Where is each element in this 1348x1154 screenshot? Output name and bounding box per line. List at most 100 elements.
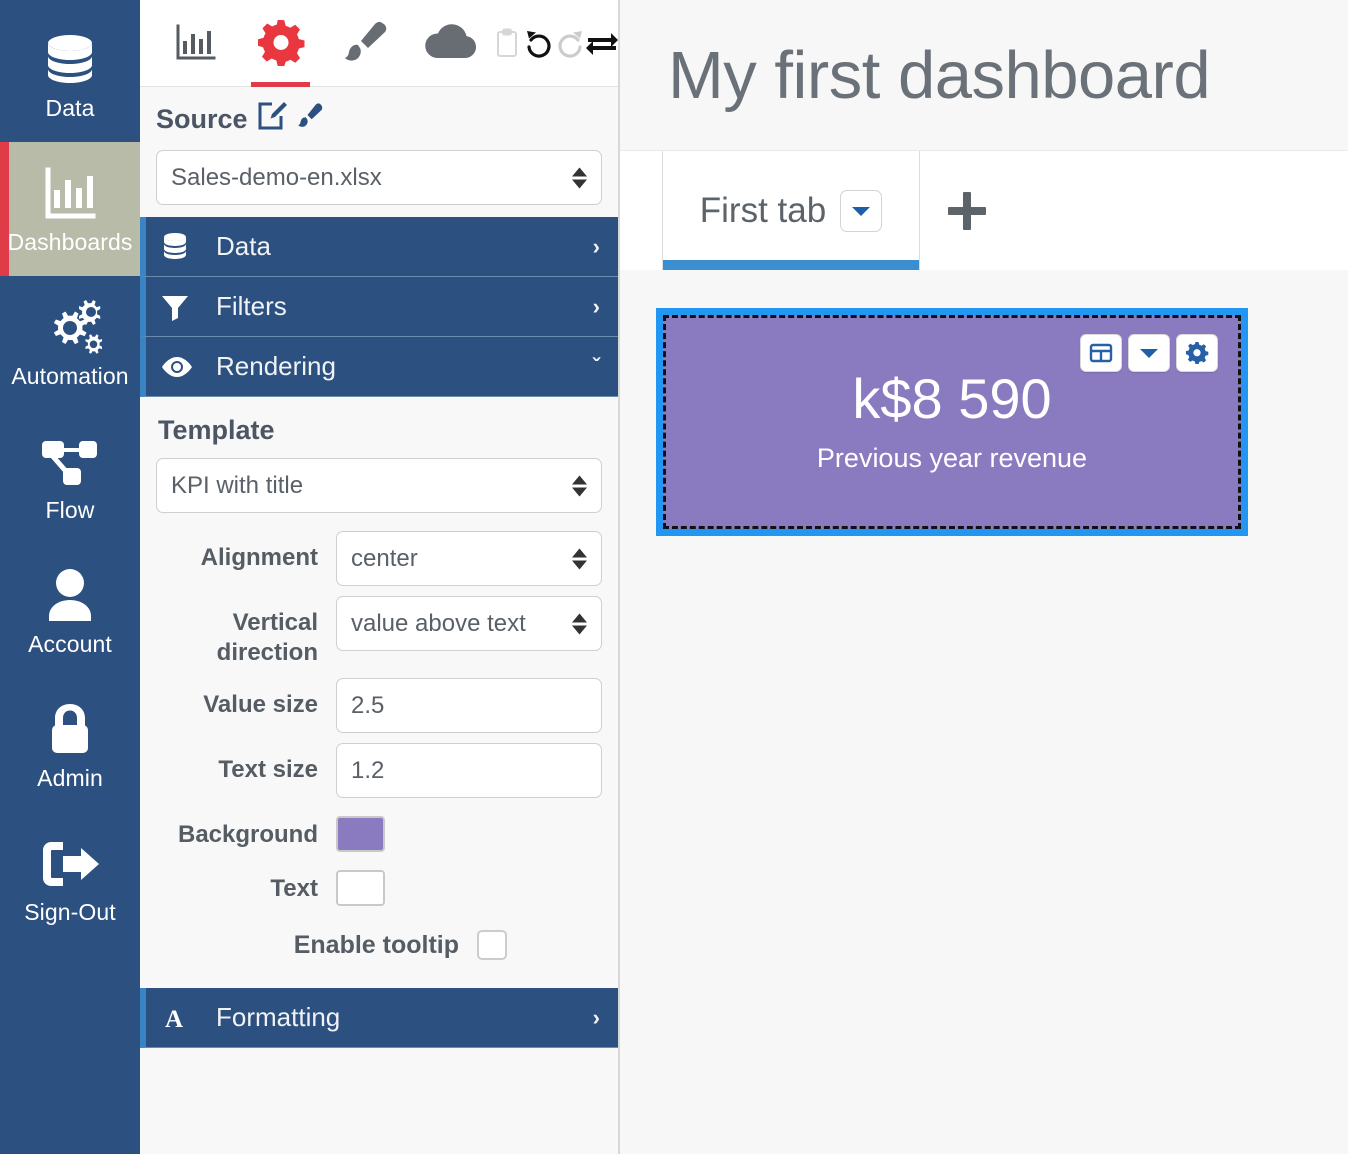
field-enable-tooltip: Enable tooltip [156, 916, 602, 970]
add-tab-button[interactable] [920, 151, 1014, 270]
sidebar-item-label: Sign-Out [24, 899, 116, 925]
main-sidebar: Data Dashboards Automation Flow Account … [0, 0, 140, 1154]
sign-out-icon [39, 833, 101, 895]
chevron-down-icon[interactable] [840, 189, 883, 232]
lock-icon [44, 699, 96, 761]
sidebar-item-automation[interactable]: Automation [0, 276, 140, 410]
spinner-icon [572, 613, 587, 634]
sidebar-item-label: Account [28, 631, 112, 657]
section-label: Filters [216, 291, 287, 321]
kpi-value: k$8 590 [852, 367, 1052, 431]
bar-chart-icon [42, 163, 98, 225]
sidebar-item-flow[interactable]: Flow [0, 410, 140, 544]
chart-icon[interactable] [154, 0, 238, 87]
enable-tooltip-checkbox[interactable] [477, 930, 507, 960]
field-text-color: Text [156, 862, 602, 906]
vertical-direction-select[interactable]: value above text [336, 596, 602, 651]
field-alignment: Alignment center [156, 531, 602, 586]
field-label: Alignment [200, 544, 318, 571]
swap-icon[interactable] [586, 0, 619, 87]
gear-icon[interactable] [238, 0, 322, 87]
funnel-icon [160, 292, 208, 322]
sidebar-item-dashboards[interactable]: Dashboards [0, 142, 140, 276]
redo-icon[interactable] [555, 0, 586, 87]
field-label: Text size [218, 756, 318, 783]
chevron-right-icon: › [592, 233, 600, 259]
tab-first-tab[interactable]: First tab [662, 151, 920, 270]
sidebar-item-label: Data [45, 95, 95, 121]
enable-tooltip-label: Enable tooltip [293, 930, 459, 959]
kpi-widget[interactable]: k$8 590 Previous year revenue [656, 308, 1248, 536]
undo-icon[interactable] [523, 0, 554, 87]
page-title: My first dashboard [620, 0, 1348, 150]
sidebar-item-sign-out[interactable]: Sign-Out [0, 812, 140, 946]
kpi-widget-body: k$8 590 Previous year revenue [663, 315, 1241, 529]
edit-square-icon[interactable] [257, 101, 287, 138]
clipboard-icon[interactable] [492, 0, 523, 87]
field-label: Text [270, 875, 318, 902]
section-rendering[interactable]: Rendering ˇ [140, 337, 618, 397]
font-a-icon: A [160, 1004, 208, 1032]
section-data[interactable]: Data › [140, 217, 618, 277]
sidebar-item-account[interactable]: Account [0, 544, 140, 678]
chevron-right-icon: › [592, 293, 600, 319]
text-color-swatch[interactable] [336, 870, 385, 906]
field-value-size: Value size 2.5 [156, 678, 602, 733]
field-label: Background [177, 821, 318, 848]
source-select[interactable]: Sales-demo-en.xlsx [156, 150, 602, 205]
vertical-direction-value: value above text [351, 609, 526, 637]
tab-bar: First tab [620, 150, 1348, 270]
gears-icon [37, 297, 103, 359]
section-filters[interactable]: Filters › [140, 277, 618, 337]
chevron-down-icon[interactable] [1128, 334, 1170, 372]
table-icon[interactable] [1080, 334, 1122, 372]
eye-icon [160, 355, 208, 379]
section-label: Rendering [216, 351, 336, 381]
chevron-right-icon: › [592, 1004, 600, 1030]
text-size-input[interactable]: 1.2 [336, 743, 602, 798]
database-icon [41, 29, 99, 91]
value-size-value: 2.5 [351, 691, 385, 719]
field-background-color: Background [156, 808, 602, 852]
background-color-swatch[interactable] [336, 816, 385, 852]
panel-body: Source Sales-demo-en.xlsx Data › Filters… [140, 87, 618, 1154]
cloud-icon[interactable] [407, 0, 491, 87]
field-vertical-direction: Vertical direction value above text [156, 596, 602, 668]
source-header: Source [156, 101, 602, 138]
svg-text:A: A [165, 1006, 183, 1032]
section-formatting[interactable]: A Formatting › [140, 988, 618, 1048]
alignment-value: center [351, 544, 418, 572]
settings-panel: Source Sales-demo-en.xlsx Data › Filters… [140, 0, 620, 1154]
template-select[interactable]: KPI with title [156, 458, 602, 513]
database-icon [160, 232, 208, 262]
kpi-toolbar [1080, 334, 1218, 372]
source-title: Source [156, 104, 248, 134]
gear-icon[interactable] [1176, 334, 1218, 372]
paintbrush-icon[interactable] [296, 102, 324, 137]
sidebar-item-admin[interactable]: Admin [0, 678, 140, 812]
value-size-input[interactable]: 2.5 [336, 678, 602, 733]
field-text-size: Text size 1.2 [156, 743, 602, 798]
field-label: Vertical direction [216, 609, 318, 666]
alignment-select[interactable]: center [336, 531, 602, 586]
kpi-text: Previous year revenue [816, 442, 1088, 473]
sidebar-item-data[interactable]: Data [0, 8, 140, 142]
tab-label: First tab [699, 190, 827, 230]
sidebar-item-label: Dashboards [7, 229, 133, 255]
field-label: Value size [203, 691, 318, 718]
dashboard-area: My first dashboard First tab k$8 590 Pre… [620, 0, 1348, 1154]
sidebar-item-label: Admin [37, 765, 103, 791]
chevron-down-icon: ˇ [592, 353, 600, 379]
spinner-icon [572, 548, 587, 569]
sidebar-item-label: Automation [11, 363, 129, 389]
source-block: Source Sales-demo-en.xlsx [140, 87, 618, 215]
section-label: Formatting [216, 1002, 341, 1032]
paintbrush-icon[interactable] [323, 0, 407, 87]
dashboard-canvas[interactable]: k$8 590 Previous year revenue [620, 270, 1348, 1154]
user-icon [42, 565, 98, 627]
spinner-icon [572, 167, 587, 188]
panel-toolbar [140, 0, 619, 87]
sidebar-item-label: Flow [45, 497, 95, 523]
template-select-value: KPI with title [171, 471, 304, 499]
rendering-content: Template KPI with title Alignment center [140, 397, 618, 982]
